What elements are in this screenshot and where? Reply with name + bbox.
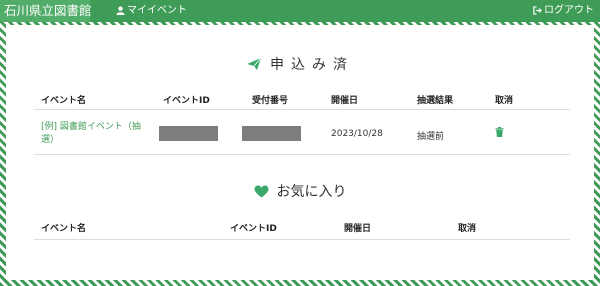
col-lottery-result: 抽選結果 (417, 96, 454, 106)
cancel-button[interactable] (495, 127, 504, 140)
logout-icon (533, 5, 542, 15)
row-divider (34, 154, 570, 155)
masked-receipt-no (242, 126, 301, 141)
main-content: 申込み済 イベント名 イベントID 受付番号 開催日 抽選結果 取消 [例] 図… (6, 25, 594, 280)
event-date: 2023/10/28 (331, 129, 383, 139)
logout-link[interactable]: ログアウト (533, 0, 594, 22)
favorites-title-text: お気に入り (276, 184, 347, 200)
header-divider (34, 109, 570, 110)
user-icon (116, 6, 125, 15)
fav-col-date: 開催日 (344, 224, 372, 234)
fav-col-event-name: イベント名 (41, 224, 87, 234)
lottery-result: 抽選前 (417, 132, 445, 142)
fav-header-divider (34, 239, 570, 240)
col-receipt-no: 受付番号 (252, 96, 289, 106)
nav-myevent-link[interactable]: マイイベント (116, 0, 187, 22)
logout-label: ログアウト (544, 5, 594, 16)
nav-myevent-label: マイイベント (127, 5, 187, 16)
event-name-link[interactable]: [例] 図書館イベント（抽選） (41, 121, 149, 147)
masked-event-id (159, 126, 218, 141)
applied-section-title: 申込み済 (6, 54, 594, 74)
col-event-name: イベント名 (41, 96, 87, 106)
applied-title-text: 申込み済 (270, 57, 354, 73)
heart-icon (254, 184, 268, 198)
favorites-section-title: お気に入り (6, 181, 594, 201)
paper-plane-icon (247, 57, 262, 70)
col-cancel: 取消 (495, 96, 514, 106)
fav-col-cancel: 取消 (458, 224, 477, 234)
top-navbar: 石川県立図書館 マイイベント ログアウト (0, 0, 600, 22)
fav-col-event-id: イベントID (230, 224, 277, 234)
site-brand[interactable]: 石川県立図書館 (0, 0, 92, 22)
trash-icon (495, 127, 504, 137)
col-date: 開催日 (331, 96, 359, 106)
col-event-id: イベントID (163, 96, 210, 106)
